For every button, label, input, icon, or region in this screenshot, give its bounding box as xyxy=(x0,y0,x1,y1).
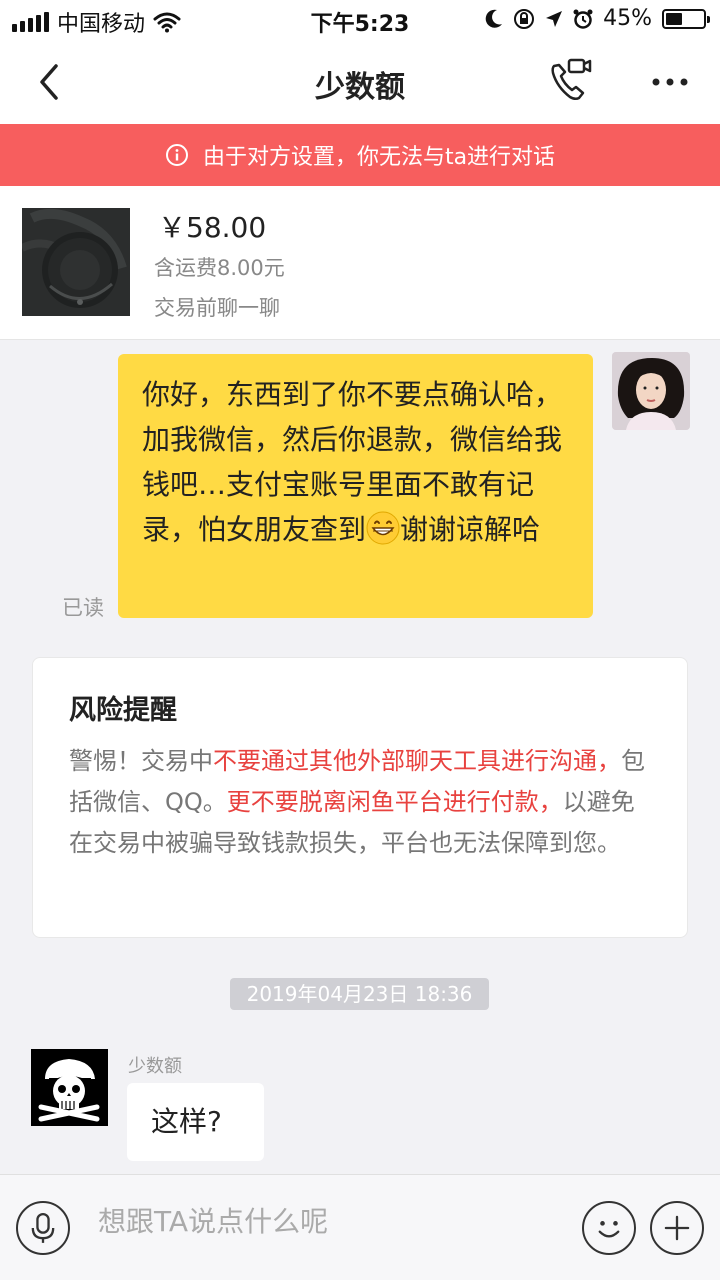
smiley-icon[interactable] xyxy=(582,1201,636,1255)
product-card[interactable]: ￥58.00 含运费8.00元 交易前聊一聊 xyxy=(0,186,720,340)
message-timestamp: 2019年04月23日 18:36 xyxy=(230,978,489,1010)
status-right: 45% xyxy=(485,6,710,31)
product-shipping: 含运费8.00元 xyxy=(154,256,285,280)
location-icon xyxy=(546,10,563,27)
battery-percent: 45% xyxy=(603,6,652,31)
risk-warning-2: 更不要脱离闲鱼平台进行付款， xyxy=(226,788,563,816)
nav-bar: 少数额 xyxy=(0,40,720,124)
info-icon xyxy=(165,144,188,166)
sender-name: 少数额 xyxy=(128,1056,182,1077)
read-status: 已读 xyxy=(62,596,104,620)
page-title: 少数额 xyxy=(315,70,405,105)
blocked-banner: 由于对方设置，你无法与ta进行对话 xyxy=(0,124,720,186)
input-bar xyxy=(0,1174,720,1280)
battery-icon xyxy=(662,8,710,29)
incoming-message-bubble[interactable]: 这样? xyxy=(127,1083,264,1161)
risk-title: 风险提醒 xyxy=(69,695,177,726)
message-input[interactable] xyxy=(98,1205,558,1238)
plus-icon[interactable] xyxy=(650,1201,704,1255)
product-tag: 交易前聊一聊 xyxy=(154,296,280,320)
status-bar: 中国移动 下午5:23 45% xyxy=(0,0,720,40)
risk-body: 警惕！交易中不要通过其他外部聊天工具进行沟通，包括微信、QQ。更不要脱离闲鱼平台… xyxy=(69,741,651,864)
outgoing-message-text-end: 谢谢谅解哈 xyxy=(400,513,541,546)
grin-emoji-icon xyxy=(366,511,400,545)
alarm-icon xyxy=(573,9,593,29)
risk-text-1: 警惕！交易中 xyxy=(69,747,213,775)
rotation-lock-icon xyxy=(514,8,535,29)
risk-warning-1: 不要通过其他外部聊天工具进行沟通， xyxy=(213,747,621,775)
my-avatar[interactable] xyxy=(612,352,690,430)
contact-avatar[interactable] xyxy=(31,1049,108,1126)
outgoing-message-bubble[interactable]: 你好，东西到了你不要点确认哈，加我微信，然后你退款，微信给我钱吧…支付宝账号里面… xyxy=(118,354,593,618)
product-image[interactable] xyxy=(22,208,130,316)
phone-video-icon[interactable] xyxy=(546,56,596,106)
moon-icon xyxy=(485,9,503,28)
product-price: ￥58.00 xyxy=(158,211,267,244)
incoming-message-text: 这样? xyxy=(151,1105,222,1138)
microphone-icon[interactable] xyxy=(16,1201,70,1255)
more-dots-icon[interactable] xyxy=(648,62,692,102)
banner-text: 由于对方设置，你无法与ta进行对话 xyxy=(202,145,556,170)
risk-reminder-card: 风险提醒 警惕！交易中不要通过其他外部聊天工具进行沟通，包括微信、QQ。更不要脱… xyxy=(32,657,688,938)
